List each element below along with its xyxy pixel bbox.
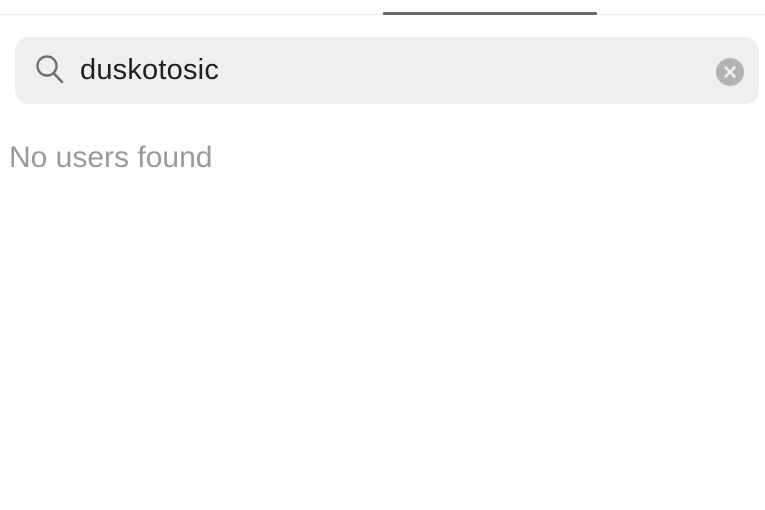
search-input[interactable] xyxy=(80,50,680,90)
clear-search-button[interactable] xyxy=(716,58,744,86)
active-tab-indicator xyxy=(383,12,597,15)
search-screen: No users found xyxy=(0,0,765,510)
no-results-message: No users found xyxy=(9,141,213,174)
search-icon xyxy=(34,53,66,87)
clear-icon xyxy=(724,66,736,78)
